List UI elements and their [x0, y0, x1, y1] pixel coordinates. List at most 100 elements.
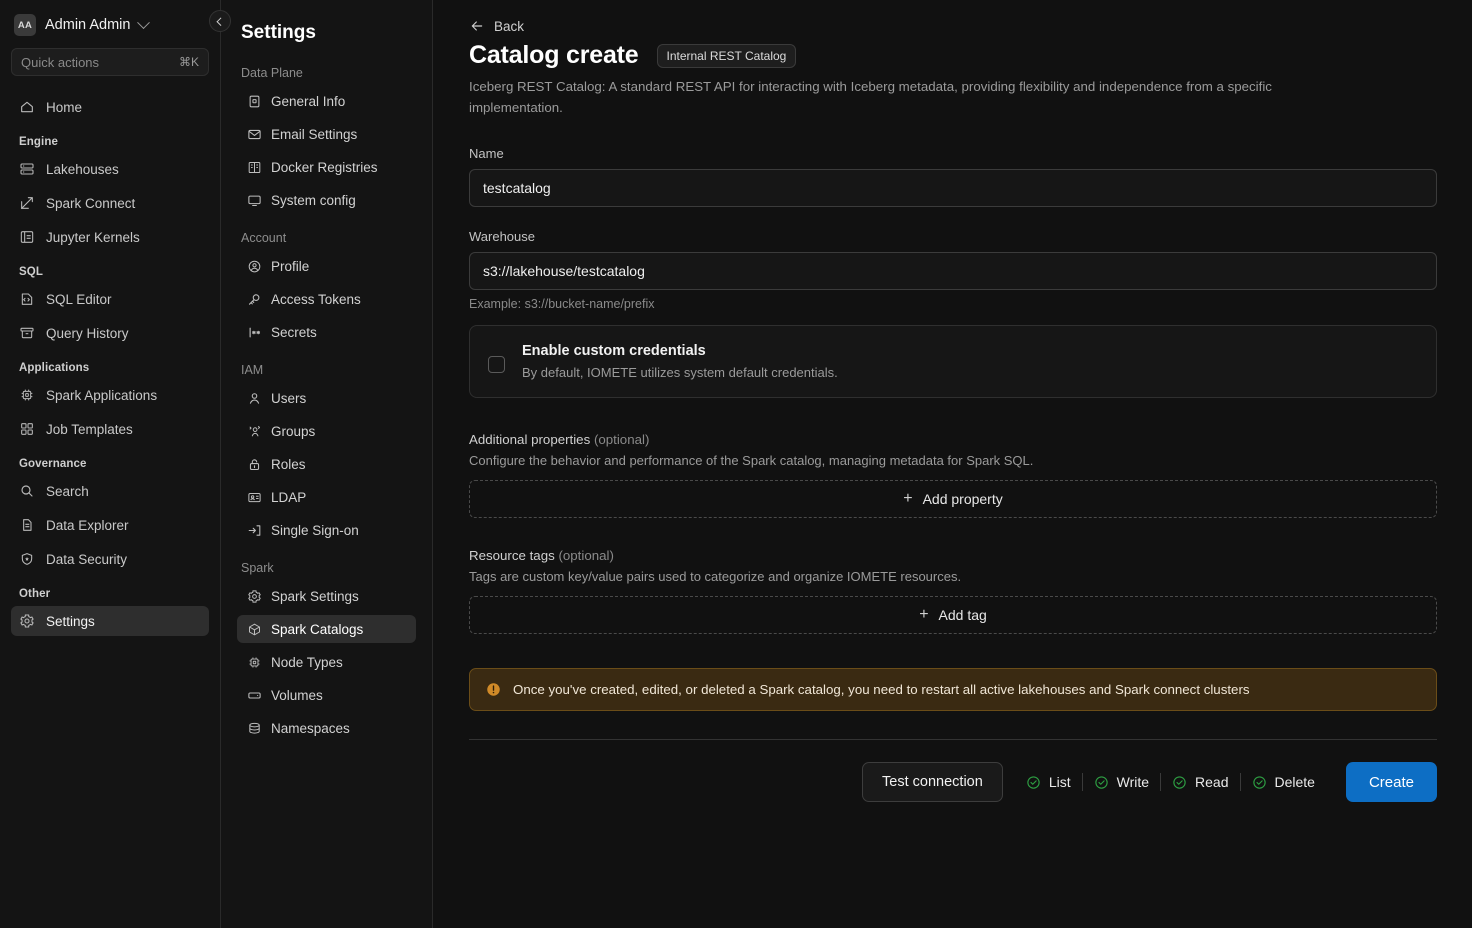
settings-group-iam: IAM [241, 363, 264, 377]
settings-item-ldap[interactable]: LDAP [237, 483, 416, 511]
sidebar-item-data-explorer[interactable]: Data Explorer [11, 510, 209, 540]
settings-item-spark-catalogs[interactable]: Spark Catalogs [237, 615, 416, 643]
quick-actions-input[interactable]: Quick actions ⌘K [11, 48, 209, 76]
sidebar-item-label: Query History [46, 325, 129, 341]
quick-actions-shortcut: ⌘K [178, 55, 199, 69]
check-circle-icon [1252, 776, 1266, 789]
settings-item-groups[interactable]: Groups [237, 417, 416, 445]
sidebar-item-settings[interactable]: Settings [11, 606, 209, 636]
test-connection-button[interactable]: Test connection [862, 762, 1003, 803]
settings-item-label: Volumes [271, 687, 323, 703]
settings-item-roles[interactable]: Roles [237, 450, 416, 478]
sidebar-item-search[interactable]: Search [11, 476, 209, 506]
settings-item-label: Profile [271, 258, 310, 274]
settings-item-label: Roles [271, 456, 306, 472]
sidebar-item-spark-connect[interactable]: Spark Connect [11, 188, 209, 218]
add-tag-button[interactable]: + Add tag [469, 596, 1437, 635]
user-menu[interactable]: AA Admin Admin [11, 4, 209, 46]
settings-item-label: Namespaces [271, 720, 350, 736]
page-title: Catalog create [469, 41, 639, 69]
settings-group-account: Account [241, 231, 287, 245]
status-list: List [1015, 774, 1082, 790]
monitor-icon [248, 195, 261, 206]
create-button[interactable]: Create [1345, 762, 1437, 803]
enable-custom-credentials-checkbox[interactable] [488, 356, 505, 374]
status-delete: Delete [1241, 774, 1326, 790]
avatar: AA [14, 14, 36, 36]
status-label: Read [1195, 774, 1229, 791]
sidebar-item-job-templates[interactable]: Job Templates [11, 414, 209, 444]
shield-icon [21, 553, 33, 565]
sidebar-item-spark-applications[interactable]: Spark Applications [11, 380, 209, 410]
collapse-sidebar-button[interactable] [209, 10, 231, 32]
warning-icon [487, 683, 500, 696]
sidebar-item-jupyter-kernels[interactable]: Jupyter Kernels [11, 222, 209, 252]
users-icon [249, 425, 260, 436]
settings-item-label: Users [271, 390, 307, 406]
status-read: Read [1161, 774, 1239, 790]
settings-item-access-tokens[interactable]: Access Tokens [237, 285, 416, 313]
warehouse-input[interactable] [469, 252, 1437, 291]
settings-item-email-settings[interactable]: Email Settings [237, 120, 416, 148]
chip-icon [249, 657, 260, 667]
lakehouse-icon [20, 163, 34, 175]
settings-item-users[interactable]: Users [237, 384, 416, 412]
additional-properties-section: Additional properties (optional) Configu… [469, 432, 1438, 519]
search-icon [21, 485, 33, 497]
warehouse-field-group: Warehouse Example: s3://bucket-name/pref… [469, 229, 1438, 311]
name-input[interactable] [469, 169, 1437, 208]
sidebar-item-data-security[interactable]: Data Security [11, 544, 209, 574]
resource-tags-heading: Resource tags (optional) [469, 548, 1438, 563]
user-name: Admin Admin [45, 17, 131, 33]
sidebar-item-query-history[interactable]: Query History [11, 318, 209, 348]
additional-properties-optional: (optional) [593, 432, 650, 448]
settings-item-volumes[interactable]: Volumes [237, 681, 416, 709]
settings-item-namespaces[interactable]: Namespaces [237, 714, 416, 742]
settings-item-system-config[interactable]: System config [237, 186, 416, 214]
sidebar-item-label: Jupyter Kernels [46, 229, 140, 245]
settings-sidebar: Settings Data Plane General Info Email S… [221, 0, 433, 928]
nav-group-other: Other [19, 588, 51, 600]
note-icon [249, 95, 260, 107]
resource-tags-optional: (optional) [558, 548, 614, 564]
settings-item-spark-settings[interactable]: Spark Settings [237, 582, 416, 610]
custom-credentials-card: Enable custom credentials By default, IO… [469, 325, 1437, 399]
jupyter-kernels-icon [20, 231, 34, 243]
sidebar-item-sql-editor[interactable]: SQL Editor [11, 284, 209, 314]
sign-in-icon [248, 524, 261, 536]
sidebar-item-home[interactable]: Home [11, 92, 209, 122]
lock-icon [249, 458, 260, 470]
nav-group-sql: SQL [19, 266, 43, 278]
settings-item-general-info[interactable]: General Info [237, 87, 416, 115]
sidebar-item-lakehouses[interactable]: Lakehouses [11, 154, 209, 184]
primary-sidebar: AA Admin Admin Quick actions ⌘K Home Eng… [0, 0, 231, 928]
sidebar-item-label: Settings [46, 613, 95, 629]
settings-item-label: Secrets [271, 324, 317, 340]
app-root: AA Admin Admin Quick actions ⌘K Home Eng… [0, 0, 1472, 928]
chevron-left-icon [216, 17, 225, 26]
custom-credentials-description: By default, IOMETE utilizes system defau… [522, 365, 838, 381]
settings-panel-title: Settings [241, 22, 316, 43]
document-icon [23, 519, 32, 531]
add-property-button[interactable]: + Add property [469, 480, 1437, 519]
nav-group-governance: Governance [19, 458, 87, 470]
sidebar-item-label: Spark Applications [46, 387, 158, 403]
settings-item-profile[interactable]: Profile [237, 252, 416, 280]
gear-icon [20, 614, 34, 628]
resource-tags-label: Resource tags [469, 548, 555, 564]
catalog-type-badge: Internal REST Catalog [656, 43, 797, 68]
settings-item-single-sign-on[interactable]: Single Sign-on [237, 516, 416, 544]
settings-item-label: General Info [271, 93, 346, 109]
custom-credentials-title: Enable custom credentials [522, 343, 706, 360]
settings-item-secrets[interactable]: Secrets [237, 318, 416, 346]
status-write: Write [1083, 774, 1160, 790]
settings-item-docker-registries[interactable]: Docker Registries [237, 153, 416, 181]
settings-item-node-types[interactable]: Node Types [237, 648, 416, 676]
main-content: Back Catalog create Internal REST Catalo… [433, 0, 1472, 928]
sidebar-item-label: Data Security [46, 551, 128, 567]
nav-group-applications: Applications [19, 362, 90, 374]
back-button[interactable]: Back [469, 18, 524, 34]
registry-icon [248, 161, 261, 173]
resource-tags-section: Resource tags (optional) Tags are custom… [469, 548, 1438, 635]
settings-item-label: Node Types [271, 654, 343, 670]
